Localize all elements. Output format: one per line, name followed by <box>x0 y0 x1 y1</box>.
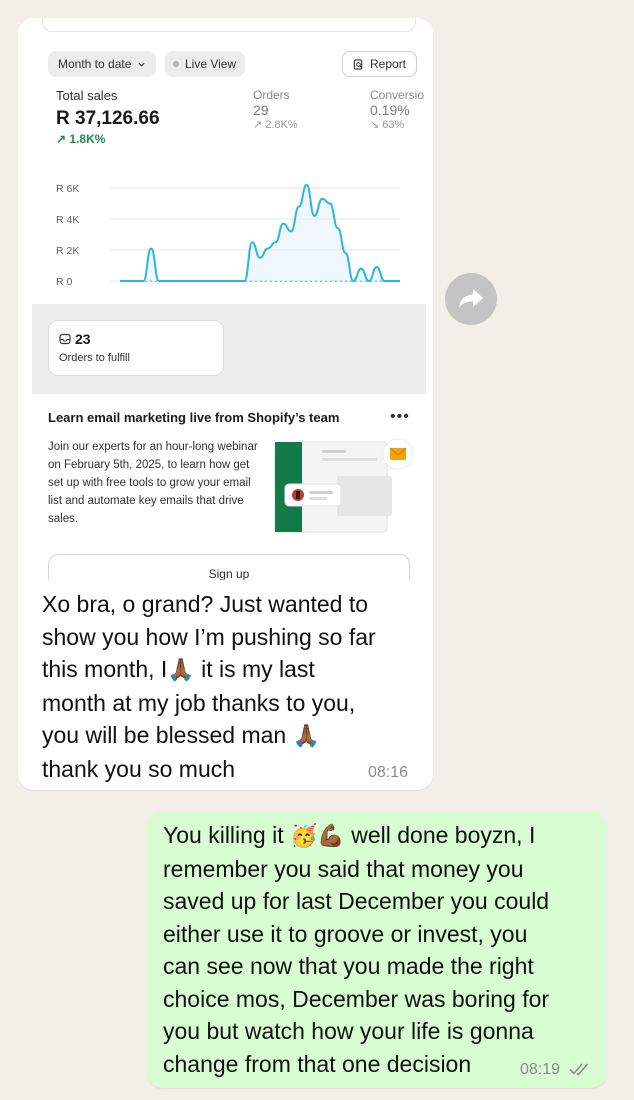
conversion-delta-value: 63% <box>382 119 405 131</box>
praying-hands-emoji: 🙏🏾 <box>167 657 195 682</box>
message-line: you but watch how your life is gonna <box>163 1018 534 1044</box>
shared-screenshot-image[interactable]: Month to date Live View Report Total sal… <box>32 18 426 580</box>
message-line: can see now that you made the right <box>163 953 534 979</box>
promo-title: Learn email marketing live from Shopify’… <box>48 410 340 425</box>
arrow-down-right-icon: ↘ <box>370 119 380 131</box>
outgoing-message-time: 08:19 <box>520 1061 561 1078</box>
message-line: you will be blessed man 🙏🏾 <box>42 719 422 753</box>
incoming-message-text: Xo bra, o grand? Just wanted to show you… <box>42 588 422 785</box>
read-double-check-icon <box>569 1063 589 1076</box>
x-tick-label: Jan 1 <box>76 296 102 298</box>
message-line-part: well done boyzn, I <box>351 822 536 848</box>
arrow-up-right-icon: ↗ <box>253 119 263 131</box>
total-sales-delta-value: 1.8K% <box>69 132 106 146</box>
message-line-part: You killing it <box>163 822 284 848</box>
promo-illustration <box>274 438 414 533</box>
report-icon <box>353 58 363 70</box>
message-line: saved up for last December you could <box>163 888 550 914</box>
message-line: month at my job thanks to you, <box>42 689 356 716</box>
sales-line-chart: R 6K R 4K R 2K R 0 Jan 1 Jan 11 Jan 21 <box>56 183 400 298</box>
y-tick-label: R 4K <box>56 214 79 226</box>
orders-value: 29 <box>253 102 269 118</box>
more-options-icon: ••• <box>390 408 410 425</box>
inbox-icon <box>59 333 71 345</box>
message-line: this month, I🙏🏾 it is my last <box>42 653 422 687</box>
live-view-pill: Live View <box>165 51 246 77</box>
message-line-part: you will be blessed man <box>42 722 287 748</box>
message-line: thank you so much <box>42 755 236 782</box>
y-tick-label: R 6K <box>56 183 79 195</box>
y-tick-label: R 0 <box>56 276 73 288</box>
forward-button[interactable] <box>445 273 497 325</box>
message-line: show you how I’m pushing so far <box>42 623 376 650</box>
orders-to-fulfill-card: 23 Orders to fulfill <box>48 320 224 376</box>
praying-hands-emoji: 🙏🏾 <box>292 723 320 748</box>
partying-face-emoji: 🥳 <box>290 823 318 848</box>
orders-delta-value: 2.8K% <box>265 119 298 131</box>
total-sales-delta: ↗ 1.8K% <box>56 132 105 146</box>
message-line: choice mos, December was boring for <box>163 985 550 1012</box>
conversion-delta: ↘ 63% <box>370 118 404 131</box>
incoming-message-bubble[interactable]: Month to date Live View Report Total sal… <box>18 18 433 790</box>
message-line: either use it to groove or invest, you <box>163 920 528 947</box>
dashboard-grey-band: 23 Orders to fulfill <box>32 304 426 394</box>
report-button: Report <box>342 51 418 77</box>
incoming-message-time: 08:16 <box>368 764 409 781</box>
sign-up-button: Sign up <box>48 554 410 580</box>
orders-delta: ↗ 2.8K% <box>253 118 298 131</box>
forward-arrow-icon <box>459 289 483 308</box>
sales-area-fill <box>120 184 400 281</box>
conversion-label: Conversio <box>370 88 425 102</box>
screenshot-top-edge <box>42 18 416 32</box>
orders-to-fulfill-label: Orders to fulfill <box>59 352 130 364</box>
date-range-label: Month to date <box>58 57 132 71</box>
promo-body: Join our experts for an hour-long webina… <box>48 441 258 525</box>
outgoing-message-text: You killing it 🥳💪🏾 well done boyzn, I re… <box>163 819 599 1080</box>
message-line: You killing it 🥳💪🏾 well done boyzn, I <box>163 819 599 853</box>
report-label: Report <box>370 57 407 71</box>
total-sales-value: R 37,126.66 <box>56 108 160 129</box>
message-line-part: this month, I <box>42 656 168 682</box>
live-dot-icon <box>173 61 179 67</box>
chevron-down-icon <box>138 62 146 67</box>
x-tick-label: Jan 21 <box>341 296 373 298</box>
orders-label: Orders <box>253 88 290 102</box>
message-line-part: it is my last <box>201 656 315 682</box>
date-range-selector: Month to date <box>48 51 157 77</box>
message-line: remember you said that money you <box>163 855 524 882</box>
outgoing-message-bubble[interactable]: You killing it 🥳💪🏾 well done boyzn, I re… <box>147 812 607 1088</box>
orders-to-fulfill-count: 23 <box>75 331 91 347</box>
message-line: Xo bra, o grand? Just wanted to <box>42 591 369 617</box>
x-tick-label: Jan 11 <box>207 296 238 298</box>
arrow-up-right-icon: ↗ <box>56 132 67 146</box>
y-tick-label: R 2K <box>56 245 79 257</box>
conversion-value: 0.19% <box>370 102 410 118</box>
flexed-biceps-emoji: 💪🏾 <box>317 823 345 848</box>
live-view-label: Live View <box>185 57 237 71</box>
total-sales-label: Total sales <box>56 88 118 103</box>
